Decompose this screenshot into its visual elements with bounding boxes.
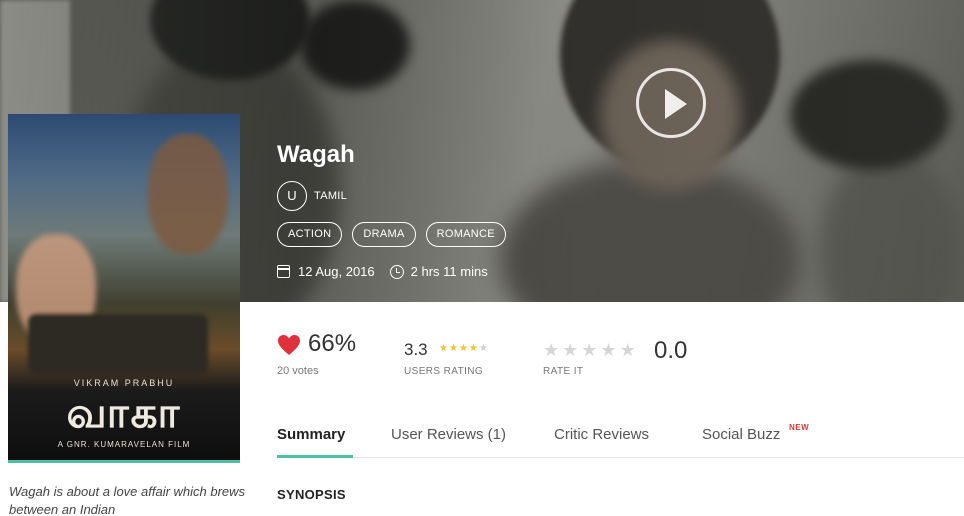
poster-art (28, 314, 208, 374)
star-icon: ★ (458, 343, 469, 354)
star-icon[interactable]: ★ (581, 340, 600, 360)
active-tab-indicator (277, 455, 353, 458)
rate-it-stars[interactable]: ★★★★★ (543, 340, 639, 361)
users-rating-label: USERS RATING (404, 366, 484, 377)
like-percentage: 66% (308, 330, 357, 357)
tab-social-buzz[interactable]: Social Buzz (702, 426, 780, 443)
synopsis-heading: SYNOPSIS (277, 487, 346, 502)
movie-title: Wagah (277, 141, 355, 168)
tab-summary[interactable]: Summary (277, 426, 345, 443)
star-icon: ★ (468, 343, 479, 354)
vote-count: 20 votes (277, 365, 319, 377)
language-label: TAMIL (314, 190, 348, 202)
genre-tag-action[interactable]: ACTION (277, 222, 343, 247)
poster-director-text: A GNR. KUMARAVELAN FILM (57, 440, 191, 449)
synopsis-excerpt: Wagah is about a love affair which brews… (9, 484, 246, 516)
play-icon (665, 89, 687, 119)
genre-list: ACTION DRAMA ROMANCE (277, 222, 506, 247)
genre-tag-drama[interactable]: DRAMA (352, 222, 416, 247)
duration: 2 hrs 11 mins (410, 264, 488, 279)
tab-critic-reviews[interactable]: Critic Reviews (554, 426, 649, 443)
star-icon[interactable]: ★ (620, 340, 639, 360)
tab-user-reviews[interactable]: User Reviews (1) (391, 426, 506, 443)
rate-it-label: RATE IT (543, 366, 584, 377)
heart-icon[interactable] (277, 334, 301, 356)
star-icon[interactable]: ★ (562, 340, 581, 360)
clock-icon (389, 264, 404, 279)
release-meta: 12 Aug, 2016 2 hrs 11 mins (277, 264, 488, 279)
genre-tag-romance[interactable]: ROMANCE (425, 222, 506, 247)
star-icon[interactable]: ★ (543, 340, 562, 360)
star-icon: ★ (439, 343, 449, 354)
poster-title-text: வாகா (66, 388, 182, 437)
calendar-icon (277, 265, 290, 278)
poster-art (148, 134, 228, 254)
star-icon: ★ (478, 343, 489, 354)
rate-it-value: 0.0 (654, 337, 688, 364)
star-icon[interactable]: ★ (600, 340, 619, 360)
certificate-badge: U (277, 181, 307, 211)
play-trailer-button[interactable] (636, 68, 706, 138)
movie-poster[interactable]: VIKRAM PRABHU வாகா A GNR. KUMARAVELAN FI… (8, 114, 240, 463)
users-rating-score: 3.3 (404, 340, 428, 359)
new-badge: NEW (789, 423, 810, 432)
tab-bar: Summary User Reviews (1) Critic Reviews … (277, 410, 964, 458)
users-rating-stars: ★★★★★ (439, 343, 489, 354)
release-date: 12 Aug, 2016 (298, 264, 375, 279)
star-icon: ★ (448, 343, 459, 354)
poster-actor-text: VIKRAM PRABHU (73, 378, 175, 388)
